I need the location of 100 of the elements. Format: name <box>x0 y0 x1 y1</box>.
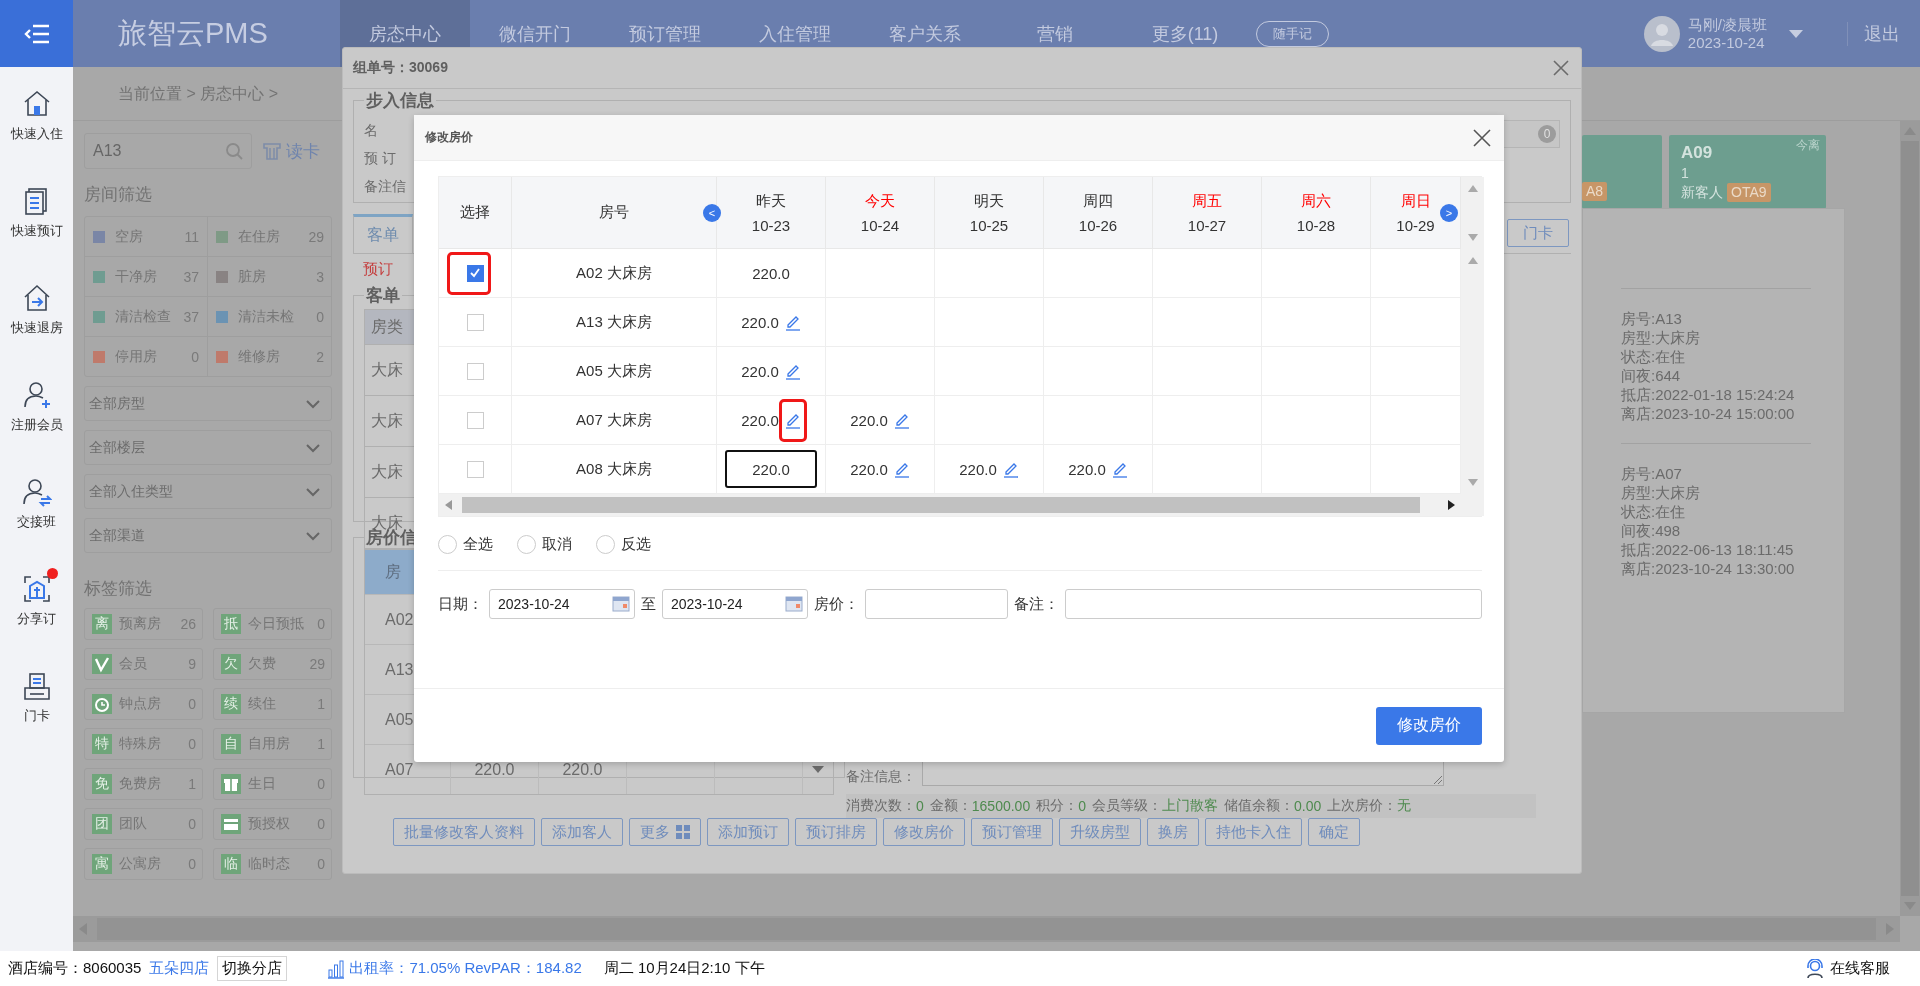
date-field[interactable]: 2023-10-24 <box>662 589 808 619</box>
price-field[interactable]: 220.0 <box>725 450 817 488</box>
hotel-number: 酒店编号：8060035 <box>8 959 142 978</box>
menu-button[interactable] <box>0 0 73 67</box>
sidebar-item[interactable]: 快速预订 <box>10 221 63 240</box>
logout-link[interactable]: 退出 <box>1847 21 1900 46</box>
scroll-up-icon[interactable] <box>1467 185 1478 192</box>
date-text: 10-25 <box>969 216 1009 234</box>
checkbox[interactable] <box>466 460 484 478</box>
action-button[interactable]: 确定 <box>1308 818 1360 846</box>
support-link[interactable]: 在线客服 <box>1805 958 1890 979</box>
checkbox[interactable] <box>466 313 484 331</box>
info-line: 抵店:2022-01-18 15:24:24 <box>1621 385 1796 404</box>
sidebar-item[interactable]: 快速退房 <box>10 318 63 337</box>
table-cell: A07 大床房 <box>512 396 717 445</box>
room-number: A09 <box>1681 143 1713 163</box>
action-button[interactable]: 批量修改客人资料 <box>393 818 535 846</box>
action-button[interactable]: 添加客人 <box>541 818 623 846</box>
sidebar-item[interactable]: 交接班 <box>17 512 56 531</box>
user-name: 马刚/凌晨班 <box>1687 15 1767 34</box>
scroll-right-icon[interactable] <box>1448 500 1455 510</box>
card-reader-icon[interactable] <box>21 670 52 701</box>
card-badge-icon <box>221 814 241 834</box>
field-label: 备注信 <box>364 177 406 196</box>
remark-input[interactable] <box>1065 589 1482 619</box>
sidebar-item[interactable]: 门卡 <box>23 706 50 725</box>
info-line: 离店:2023-10-24 15:00:00 <box>1621 404 1796 423</box>
column-header: 选择 <box>439 177 512 249</box>
read-card-button[interactable]: 读卡 <box>262 139 320 163</box>
check-badge-icon <box>92 654 112 674</box>
scan-icon[interactable] <box>21 573 52 604</box>
previous-button[interactable]: < <box>703 204 721 222</box>
info-line: 房型:大床房 <box>1621 483 1702 502</box>
info-line: 状态:在住 <box>1621 347 1687 366</box>
sidebar-item[interactable]: 分享订 <box>17 609 56 628</box>
action-button[interactable]: 预订排房 <box>795 818 877 846</box>
action-button[interactable]: 更多 <box>629 818 701 846</box>
user-swap-icon[interactable] <box>21 476 52 507</box>
action-button[interactable]: 持他卡入住 <box>1205 818 1302 846</box>
dialog-title: 修改房价 <box>425 129 473 146</box>
checkbox[interactable] <box>466 411 484 429</box>
action-button[interactable]: 换房 <box>1147 818 1199 846</box>
stat-label: 积分： <box>1036 797 1079 815</box>
dropdown-icon[interactable] <box>812 766 824 773</box>
close-icon[interactable] <box>1553 60 1569 76</box>
scroll-up-icon[interactable] <box>1467 257 1478 264</box>
table-cell: A13 大床房 <box>512 298 717 347</box>
date-field[interactable]: 2023-10-24 <box>489 589 635 619</box>
checkbox[interactable] <box>466 264 484 282</box>
action-button[interactable]: 修改房价 <box>883 818 965 846</box>
date-label: 周五 <box>1192 191 1222 211</box>
price-text: 220.0 <box>741 313 779 331</box>
scrollbar[interactable] <box>1461 177 1484 249</box>
checkbox[interactable] <box>466 362 484 380</box>
user-date: 2023-10-24 <box>1687 33 1766 52</box>
scroll-left-icon[interactable] <box>445 500 452 510</box>
sidebar-item[interactable]: 注册会员 <box>10 415 63 434</box>
group-legend: 客单 <box>364 284 402 307</box>
caret-icon[interactable] <box>1789 29 1803 38</box>
scroll-down-icon[interactable] <box>1467 479 1478 486</box>
channel-badge: A8 <box>1582 182 1608 201</box>
dropdown[interactable]: 全部渠道 <box>84 518 332 553</box>
scrollbar[interactable] <box>439 494 1461 516</box>
gift-badge-icon <box>221 774 241 794</box>
chevron-icon <box>305 486 321 497</box>
door-card-button[interactable]: 门卡 <box>1507 219 1569 247</box>
switch-branch-button[interactable]: 切换分店 <box>217 956 288 981</box>
sidebar-item[interactable]: 快速入住 <box>10 124 63 143</box>
notice-text: 预订 <box>363 259 393 279</box>
date-label: 周日 <box>1400 191 1431 211</box>
guest-name: 新客人 <box>1681 183 1723 202</box>
dropdown[interactable]: 全部楼层 <box>84 430 332 465</box>
close-icon[interactable] <box>1473 128 1491 147</box>
field-label: 备注信息： <box>846 768 916 786</box>
clock-badge-icon <box>92 694 112 714</box>
user-plus-icon[interactable] <box>21 379 52 410</box>
room-card[interactable]: A09 今离 1 新客人 OTA9 <box>1669 135 1826 209</box>
room-card[interactable]: A8 <box>1582 135 1662 209</box>
tag-badge: 特 <box>92 734 112 754</box>
action-button[interactable]: 添加预订 <box>707 818 789 846</box>
dropdown[interactable]: 全部入住类型 <box>84 474 332 509</box>
stat-value: 16500.00 <box>971 798 1031 814</box>
submit-button[interactable]: 修改房价 <box>1376 706 1482 745</box>
info-line: 抵店:2022-06-13 18:11:45 <box>1621 540 1795 559</box>
next-button[interactable]: > <box>1440 204 1458 222</box>
field-label: 房价： <box>814 594 859 614</box>
price-input[interactable] <box>865 589 1008 619</box>
dropdown[interactable]: 全部房型 <box>84 386 332 421</box>
resize-icon <box>1433 775 1443 785</box>
scroll-down-icon[interactable] <box>1467 234 1478 241</box>
branch-link[interactable]: 五朵四店 <box>149 959 210 978</box>
action-button[interactable]: 预订管理 <box>971 818 1053 846</box>
tag-badge: 抵 <box>221 614 241 634</box>
info-line: 间夜:644 <box>1621 366 1682 385</box>
action-button[interactable]: 升级房型 <box>1059 818 1141 846</box>
search-field[interactable]: A13 <box>84 133 252 169</box>
grid-icon <box>676 825 690 839</box>
price-text: 220.0 <box>1068 460 1106 478</box>
channel-badge: OTA9 <box>1727 183 1771 202</box>
check-icon <box>469 268 481 278</box>
